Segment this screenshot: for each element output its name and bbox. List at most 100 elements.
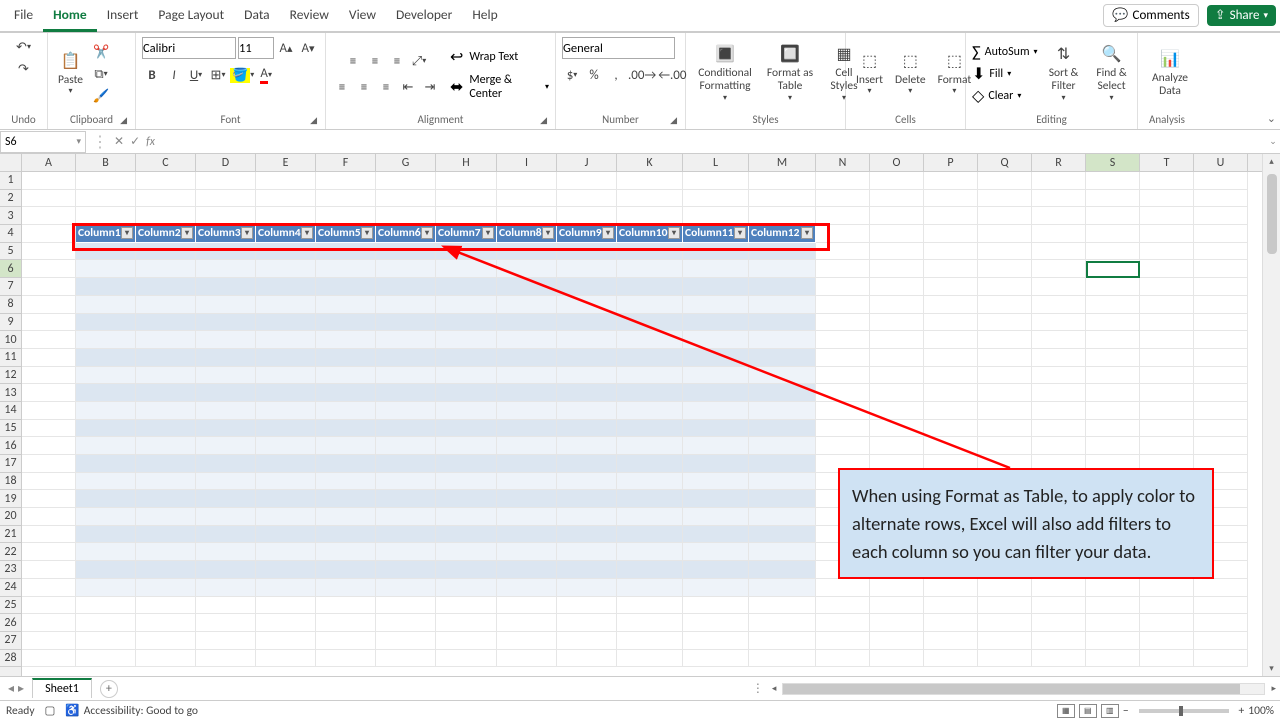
cell[interactable] [136,508,196,526]
cell[interactable] [376,508,436,526]
cell[interactable] [749,190,816,208]
dialog-launcher-icon[interactable]: ◢ [540,115,547,126]
cell[interactable] [497,455,557,473]
cell[interactable] [683,508,749,526]
autosum-button[interactable]: ∑AutoSum▾ [972,43,1038,62]
cell[interactable] [978,190,1032,208]
column-header[interactable]: R [1032,154,1086,171]
cell[interactable] [1032,420,1086,438]
cell[interactable] [436,437,497,455]
clear-button[interactable]: ◇Clear▾ [972,86,1021,106]
cell[interactable] [1086,367,1140,385]
menu-item-file[interactable]: File [4,0,43,32]
name-box[interactable]: S6 ▾ [0,131,86,153]
cell[interactable] [1140,420,1194,438]
cell[interactable] [978,260,1032,278]
cell[interactable] [196,543,256,561]
cell[interactable] [76,455,136,473]
cell[interactable] [978,632,1032,650]
cell[interactable] [136,597,196,615]
cell[interactable] [76,314,136,332]
cell[interactable] [436,543,497,561]
scroll-left-button[interactable]: ◂ [768,683,781,694]
cell[interactable] [1086,597,1140,615]
cell[interactable] [136,260,196,278]
cell[interactable] [683,614,749,632]
underline-button[interactable]: U ▾ [186,65,206,85]
cell[interactable] [870,367,924,385]
cell[interactable] [436,632,497,650]
cell[interactable] [617,632,683,650]
cell[interactable] [683,349,749,367]
cell[interactable] [749,473,816,491]
dialog-launcher-icon[interactable]: ◢ [310,115,317,126]
cell[interactable] [376,420,436,438]
cell[interactable] [557,597,617,615]
cell[interactable] [436,314,497,332]
cell[interactable] [557,190,617,208]
cell[interactable] [256,331,316,349]
cell[interactable] [196,597,256,615]
cell[interactable] [76,508,136,526]
cell[interactable] [1194,207,1248,225]
cell[interactable] [316,367,376,385]
column-header[interactable]: E [256,154,316,171]
select-all-corner[interactable] [0,154,22,172]
sheet-tab-sheet1[interactable]: Sheet1 [32,678,92,698]
cell[interactable] [1194,437,1248,455]
column-header[interactable]: J [557,154,617,171]
cell[interactable] [749,526,816,544]
column-header[interactable]: S [1086,154,1140,171]
cell[interactable] [22,190,76,208]
cell[interactable] [256,260,316,278]
cell[interactable] [136,384,196,402]
cell[interactable] [497,473,557,491]
cell[interactable] [196,650,256,668]
cell[interactable] [683,314,749,332]
cell[interactable] [557,561,617,579]
cell[interactable] [924,650,978,668]
cell[interactable] [749,437,816,455]
column-header[interactable]: B [76,154,136,171]
cell[interactable] [22,526,76,544]
cell[interactable] [978,349,1032,367]
cell[interactable] [376,278,436,296]
cell[interactable] [376,384,436,402]
cell[interactable] [256,526,316,544]
scroll-down-icon[interactable]: ▾ [1263,663,1280,674]
normal-view-button[interactable]: ▦ [1057,704,1075,718]
decrease-indent-button[interactable]: ⇤ [398,77,418,97]
expand-formula-bar-button[interactable]: ⌄ [1266,136,1280,147]
analyze-data-button[interactable]: 📊Analyze Data [1144,48,1196,100]
cell[interactable] [924,614,978,632]
cell[interactable] [1140,632,1194,650]
cell[interactable] [497,614,557,632]
cell[interactable] [497,526,557,544]
cell[interactable] [22,296,76,314]
cell[interactable] [749,508,816,526]
cell[interactable] [816,437,870,455]
cell[interactable] [316,455,376,473]
cell[interactable] [683,190,749,208]
cell[interactable] [1086,314,1140,332]
cell[interactable] [196,296,256,314]
row-header[interactable]: 21 [0,526,21,544]
cell[interactable] [196,420,256,438]
row-header[interactable]: 15 [0,420,21,438]
cell[interactable] [816,314,870,332]
cell[interactable] [196,526,256,544]
cell[interactable] [136,561,196,579]
cell[interactable] [436,260,497,278]
menu-item-home[interactable]: Home [43,0,97,32]
cell[interactable] [136,349,196,367]
cell[interactable] [1140,243,1194,261]
cell[interactable] [1086,632,1140,650]
cell[interactable] [749,579,816,597]
cell[interactable] [617,597,683,615]
cell[interactable] [1086,402,1140,420]
cell[interactable] [557,614,617,632]
cell[interactable] [256,420,316,438]
cell[interactable] [316,314,376,332]
scrollbar-thumb[interactable] [1267,174,1277,254]
cell[interactable] [497,597,557,615]
